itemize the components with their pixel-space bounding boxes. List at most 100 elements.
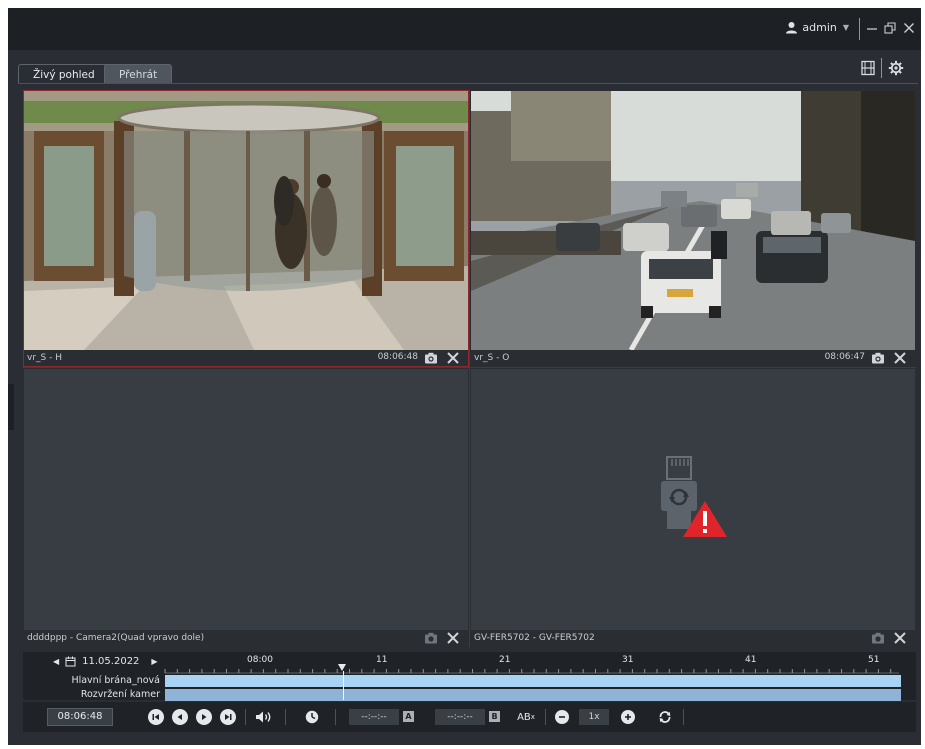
row-label: Hlavní brána_nová bbox=[71, 675, 160, 686]
restore-icon bbox=[884, 22, 896, 34]
user-icon bbox=[786, 22, 798, 34]
camera-info-bar: GV-FER5702 - GV-FER5702 bbox=[471, 630, 915, 646]
plus-icon bbox=[625, 714, 631, 720]
tools-icon[interactable] bbox=[893, 351, 907, 365]
timeline-row-labels: Hlavní brána_nová Rozvržení kamer bbox=[53, 674, 163, 702]
tools-icon[interactable] bbox=[893, 631, 907, 645]
ab-superscript: x bbox=[530, 713, 535, 721]
date-selector: ◀ 11.05.2022 ▶ bbox=[53, 656, 158, 667]
speed-value: 1x bbox=[579, 709, 609, 725]
chevron-down-icon: ▼ bbox=[842, 23, 849, 32]
divider bbox=[335, 709, 336, 725]
app-window: admin ▼ Živý pohled Přehrát vr_S - H 08:… bbox=[8, 8, 921, 745]
skip-to-start-button[interactable] bbox=[147, 702, 165, 732]
film-layout-button[interactable] bbox=[860, 60, 878, 78]
camera-cell-1[interactable]: vr_S - H 08:06:48 bbox=[23, 90, 469, 367]
current-time-field[interactable]: 08:06:48 bbox=[47, 708, 113, 726]
speed-up-button[interactable] bbox=[619, 702, 637, 732]
playhead-line[interactable] bbox=[343, 671, 344, 700]
snapshot-icon[interactable] bbox=[424, 352, 438, 364]
clock-icon bbox=[305, 710, 319, 724]
camera-name: vr_S - O bbox=[474, 353, 510, 363]
sync-button[interactable] bbox=[655, 702, 675, 732]
film-icon bbox=[861, 60, 875, 76]
timeline-bar-main-gate[interactable] bbox=[165, 675, 901, 687]
video-feed-traffic bbox=[471, 91, 915, 350]
close-icon bbox=[904, 23, 914, 33]
time-search-button[interactable] bbox=[303, 702, 321, 732]
timeline-bar-camera-layout[interactable] bbox=[165, 689, 901, 701]
tab-underline bbox=[18, 83, 918, 84]
camera-name: ddddppp - Camera2(Quad vpravo dole) bbox=[27, 633, 205, 643]
previous-day-button[interactable]: ◀ bbox=[53, 657, 59, 666]
ab-label: AB bbox=[517, 711, 531, 723]
play-backward-button[interactable] bbox=[171, 702, 189, 732]
camera-info-bar: vr_S - O 08:06:47 bbox=[471, 350, 915, 366]
minimize-icon bbox=[867, 28, 877, 30]
ruler-label: 11 bbox=[376, 655, 387, 665]
camera-time: 08:06:48 bbox=[377, 352, 418, 362]
play-back-icon bbox=[177, 714, 182, 720]
gear-icon bbox=[888, 60, 904, 76]
skip-to-end-button[interactable] bbox=[219, 702, 237, 732]
divider bbox=[881, 58, 882, 78]
divider bbox=[683, 709, 684, 725]
video-feed-entrance bbox=[24, 91, 468, 350]
minimize-button[interactable] bbox=[864, 20, 880, 36]
date-value: 11.05.2022 bbox=[82, 656, 140, 667]
playback-controls: 08:06:48 --:--:-- A --:--:-- B AB x 1x bbox=[23, 702, 916, 732]
ruler-label: 41 bbox=[745, 655, 756, 665]
next-day-button[interactable]: ▶ bbox=[151, 657, 157, 666]
playhead-marker bbox=[338, 664, 346, 671]
camera-info-bar: vr_S - H 08:06:48 bbox=[24, 350, 468, 366]
snapshot-icon[interactable] bbox=[424, 632, 438, 644]
camera-cell-2[interactable]: vr_S - O 08:06:47 bbox=[470, 90, 916, 367]
camera-cell-3[interactable]: ddddppp - Camera2(Quad vpravo dole) bbox=[23, 368, 469, 647]
skip-end-icon bbox=[225, 714, 232, 720]
divider bbox=[859, 18, 860, 40]
username: admin bbox=[802, 21, 837, 34]
tabs-row: Živý pohled Přehrát bbox=[8, 50, 921, 90]
restore-button[interactable] bbox=[882, 20, 898, 36]
mark-b-button[interactable]: B bbox=[489, 711, 500, 722]
mark-a-time[interactable]: --:--:-- bbox=[349, 709, 399, 725]
mark-b-time[interactable]: --:--:-- bbox=[435, 709, 485, 725]
ruler-label: 08:00 bbox=[247, 655, 273, 665]
divider bbox=[245, 709, 246, 725]
title-bar: admin ▼ bbox=[8, 8, 921, 50]
camera-grid: vr_S - H 08:06:48 vr_S - O 08:06:47 dddd… bbox=[23, 90, 916, 647]
skip-start-icon bbox=[152, 714, 159, 720]
divider bbox=[285, 709, 286, 725]
volume-button[interactable] bbox=[253, 702, 275, 732]
ruler-label: 51 bbox=[868, 655, 879, 665]
clear-ab-button[interactable]: AB x bbox=[513, 702, 539, 732]
speaker-icon bbox=[256, 711, 271, 723]
ruler-label: 31 bbox=[622, 655, 633, 665]
snapshot-icon[interactable] bbox=[871, 352, 885, 364]
snapshot-icon[interactable] bbox=[871, 632, 885, 644]
settings-button[interactable] bbox=[888, 60, 906, 78]
camera-name: vr_S - H bbox=[27, 353, 62, 363]
minus-icon bbox=[559, 716, 565, 718]
camera-cell-4[interactable]: GV-FER5702 - GV-FER5702 bbox=[470, 368, 916, 647]
divider bbox=[545, 709, 546, 725]
speed-down-button[interactable] bbox=[553, 702, 571, 732]
timeline: ◀ 11.05.2022 ▶ 08:00 11 21 31 41 51 Hlav… bbox=[23, 652, 916, 702]
row-label: Rozvržení kamer bbox=[80, 689, 160, 700]
calendar-icon[interactable] bbox=[65, 656, 76, 667]
timeline-ruler[interactable]: 08:00 11 21 31 41 51 bbox=[163, 652, 901, 674]
close-button[interactable] bbox=[901, 20, 917, 36]
camera-name: GV-FER5702 - GV-FER5702 bbox=[474, 633, 595, 643]
tools-icon[interactable] bbox=[446, 351, 460, 365]
ruler-label: 21 bbox=[499, 655, 510, 665]
tab-playback[interactable]: Přehrát bbox=[104, 64, 173, 84]
mark-a-button[interactable]: A bbox=[403, 711, 414, 722]
camera-time: 08:06:47 bbox=[824, 352, 865, 362]
tools-icon[interactable] bbox=[446, 631, 460, 645]
sync-icon bbox=[659, 711, 671, 723]
side-panel-handle[interactable] bbox=[8, 384, 14, 430]
tab-live-view[interactable]: Živý pohled bbox=[18, 64, 110, 84]
play-forward-button[interactable] bbox=[195, 702, 213, 732]
user-menu[interactable]: admin ▼ bbox=[785, 21, 849, 34]
play-icon bbox=[202, 714, 207, 720]
